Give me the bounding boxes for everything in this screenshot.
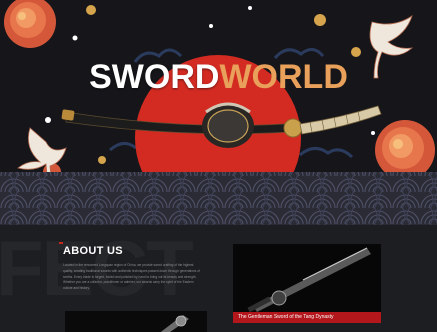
product-card-second[interactable] xyxy=(65,311,207,332)
product-caption: The Gentleman Sword of the Tang Dynasty xyxy=(233,312,381,323)
product-card-tang-sword[interactable]: The Gentleman Sword of the Tang Dynasty xyxy=(233,244,381,323)
second-sword-image xyxy=(65,311,207,332)
katana-illustration xyxy=(61,102,382,148)
about-title: ABOUT US xyxy=(59,242,123,257)
page: SWORDWORLD FECT ABOUT US Located in the … xyxy=(0,0,437,332)
about-text: Located in the renowned Longquan region … xyxy=(63,263,200,291)
about-section: FECT ABOUT US Located in the renowned Lo… xyxy=(0,225,437,332)
hero-banner: SWORDWORLD xyxy=(0,0,437,225)
